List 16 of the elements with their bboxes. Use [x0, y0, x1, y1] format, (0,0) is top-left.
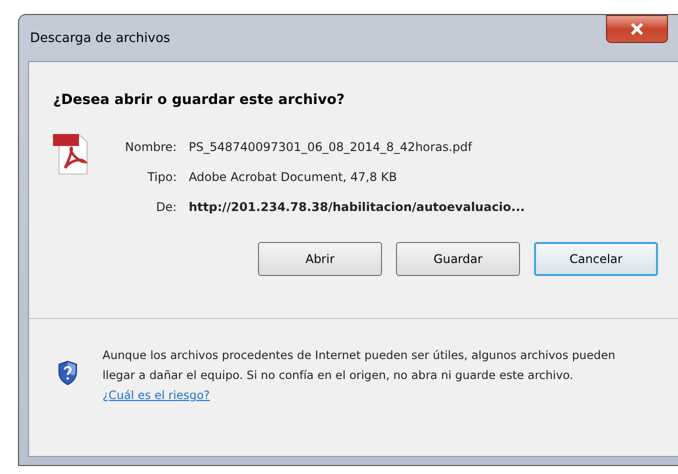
dialog-button[interactable]: Abrir	[258, 242, 382, 276]
window-title: Descarga de archivos	[30, 30, 172, 48]
field-value: http://201.234.78.38/habilitacion/autoevaluacio...	[188, 199, 525, 216]
dialog-heading: ¿Desea abrir o guardar este archivo?	[53, 91, 346, 110]
close-button[interactable]	[606, 15, 668, 43]
warning-text: Aunque los archivos procedentes de Internet pueden ser útiles, algunos archivos pueden llegar a dañar el equipo. Si no confía en el origen, no abra ni guarde este archivo. ¿Cuál es el riesgo?	[102, 347, 616, 404]
risk-link[interactable]: ¿Cuál es el riesgo?	[102, 388, 210, 402]
field-value: PS_548740097301_06_08_2014_8_42horas.pdf	[188, 139, 474, 156]
field-label: Tipo:	[146, 169, 177, 186]
close-icon	[630, 23, 644, 35]
field-label: De:	[155, 199, 177, 216]
pdf-file-icon	[51, 132, 91, 176]
field-label: Nombre:	[125, 139, 177, 156]
field-value: Adobe Acrobat Document, 47,8 KB	[188, 169, 398, 186]
dialog-button[interactable]: Cancelar	[534, 242, 658, 276]
dialog-button[interactable]: Guardar	[396, 242, 520, 276]
